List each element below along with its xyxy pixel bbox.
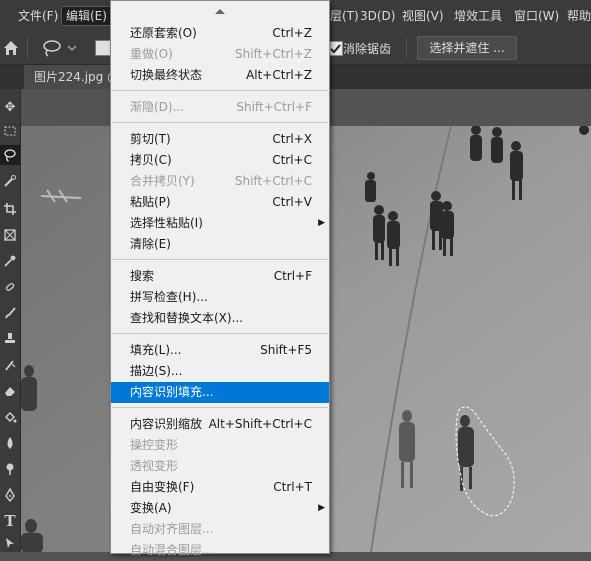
- menu-item-cut[interactable]: 剪切(T) Ctrl+X: [111, 129, 329, 150]
- menu-separator: [112, 90, 328, 91]
- menu-window[interactable]: 窗口(W): [510, 7, 563, 25]
- marquee-tool-icon[interactable]: [0, 121, 20, 141]
- menu-item-spell-check[interactable]: 拼写检查(H)...: [111, 287, 329, 308]
- quick-selection-tool-icon[interactable]: [0, 171, 20, 191]
- eyedropper-tool-icon[interactable]: [0, 251, 20, 271]
- crop-tool-icon[interactable]: [0, 199, 20, 219]
- menu-edit[interactable]: 编辑(E): [61, 6, 112, 26]
- paint-bucket-tool-icon[interactable]: [0, 407, 20, 427]
- lasso-tool-icon[interactable]: [0, 145, 20, 165]
- menu-item-transform[interactable]: 变换(A) ▶: [111, 498, 329, 519]
- menu-help[interactable]: 帮助: [563, 7, 591, 25]
- move-tool-icon[interactable]: ✥: [0, 97, 20, 117]
- antialias-label: 消除锯齿: [343, 42, 392, 56]
- path-selection-tool-icon[interactable]: [0, 533, 20, 553]
- tools-panel: ✥ T: [0, 89, 21, 552]
- menu-item-find-replace-text[interactable]: 查找和替换文本(X)...: [111, 308, 329, 329]
- menu-item-copy[interactable]: 拷贝(C) Ctrl+C: [111, 150, 329, 171]
- lasso-icon: [43, 40, 77, 57]
- menu-file[interactable]: 文件(F): [14, 7, 62, 25]
- menu-view[interactable]: 视图(V): [398, 7, 448, 25]
- brush-tool-icon[interactable]: [0, 303, 20, 323]
- type-tool-icon[interactable]: T: [0, 511, 20, 531]
- menu-separator: [112, 333, 328, 334]
- new-selection-mode-button[interactable]: [95, 40, 111, 56]
- menu-separator: [112, 407, 328, 408]
- home-icon[interactable]: [2, 39, 20, 57]
- menu-item-paste[interactable]: 粘贴(P) Ctrl+V: [111, 192, 329, 213]
- menu-3d[interactable]: 3D(D): [356, 7, 399, 25]
- menu-separator: [112, 259, 328, 260]
- menu-item-free-transform[interactable]: 自由变换(F) Ctrl+T: [111, 477, 329, 498]
- divider: [27, 38, 28, 58]
- menu-item-undo-lasso[interactable]: 还原套索(O) Ctrl+Z: [111, 23, 329, 44]
- frame-tool-icon[interactable]: [0, 225, 20, 245]
- document-tab-title: 图片224.jpg @: [34, 70, 120, 84]
- menu-item-auto-align-layers: 自动对齐图层...: [130, 522, 214, 536]
- menu-item-fade: 渐隐(D)... Shift+Ctrl+F: [130, 100, 312, 114]
- menu-item-perspective-warp: 透视变形: [130, 459, 179, 473]
- divider: [406, 38, 407, 58]
- menu-item-clear[interactable]: 清除(E): [111, 234, 329, 255]
- clone-stamp-tool-icon[interactable]: [0, 329, 20, 349]
- blur-tool-icon[interactable]: [0, 433, 20, 453]
- scroll-up-arrow-icon[interactable]: [111, 4, 329, 18]
- eraser-tool-icon[interactable]: [0, 381, 20, 401]
- history-brush-tool-icon[interactable]: [0, 355, 20, 375]
- dodge-tool-icon[interactable]: [0, 459, 20, 479]
- select-and-mask-button[interactable]: 选择并遮住 ...: [417, 36, 517, 60]
- lasso-preset-picker[interactable]: [40, 38, 80, 58]
- menu-item-auto-blend-layers: 自动混合图层...: [130, 543, 214, 557]
- checkmark-icon: [330, 44, 341, 54]
- edit-menu: 还原套索(O) Ctrl+Z 重做(O) Shift+Ctrl+Z 切换最终状态 Al…: [110, 0, 330, 557]
- menu-item-puppet-warp: 操控变形: [130, 438, 179, 452]
- pen-tool-icon[interactable]: [0, 485, 20, 505]
- select-and-mask-label: 选择并遮住 ...: [429, 41, 505, 55]
- menu-item-content-aware-scale[interactable]: 内容识别缩放 Alt+Shift+Ctrl+C: [111, 414, 329, 435]
- menu-item-paste-special[interactable]: 选择性粘贴(I) ▶: [111, 213, 329, 234]
- healing-brush-tool-icon[interactable]: [0, 277, 20, 297]
- submenu-arrow-icon: ▶: [318, 218, 325, 228]
- antialias-checkbox[interactable]: [328, 41, 343, 56]
- menu-item-search[interactable]: 搜索 Ctrl+F: [111, 266, 329, 287]
- menu-item-fill[interactable]: 填充(L)... Shift+F5: [111, 340, 329, 361]
- submenu-arrow-icon: ▶: [318, 503, 325, 513]
- menu-item-content-aware-fill[interactable]: 内容识别填充...: [111, 382, 329, 403]
- menu-item-redo: 重做(O) Shift+Ctrl+Z: [130, 47, 312, 61]
- menu-item-toggle-last-state[interactable]: 切换最终状态 Alt+Ctrl+Z: [111, 65, 329, 86]
- menu-plugins[interactable]: 增效工具: [450, 7, 506, 25]
- menu-item-stroke[interactable]: 描边(S)...: [111, 361, 329, 382]
- menu-item-copy-merged: 合并拷贝(Y) Shift+Ctrl+C: [130, 174, 312, 188]
- menu-separator: [112, 122, 328, 123]
